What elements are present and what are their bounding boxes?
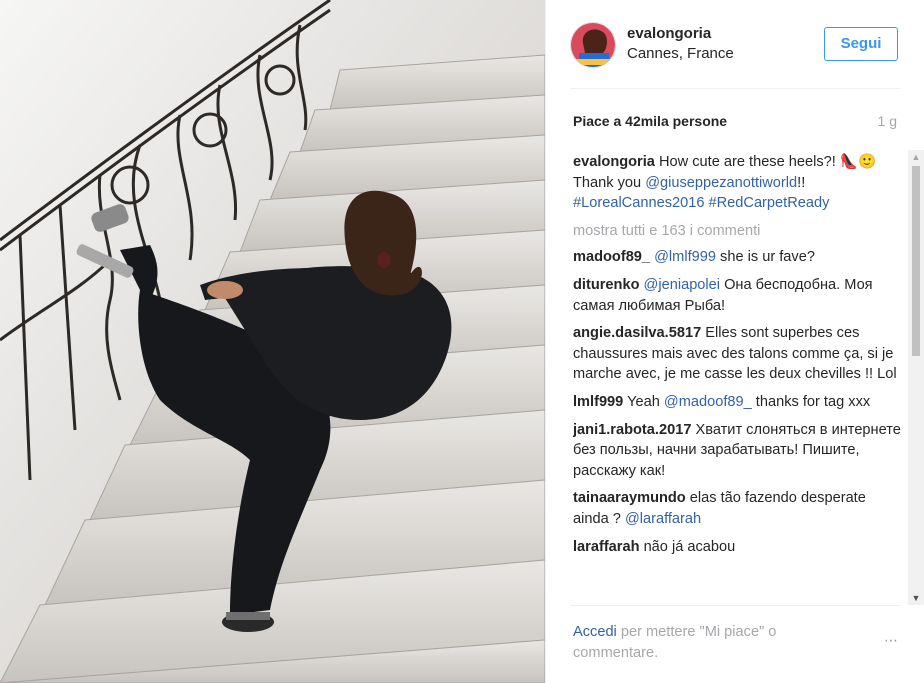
comment-user[interactable]: angie.dasilva.5817 — [573, 325, 701, 341]
comment-item: lmlf999 Yeah @madoof89_ thanks for tag x… — [573, 392, 903, 413]
post-side-panel: evalongoria Cannes, France Segui Piace a… — [545, 0, 924, 683]
comments-list[interactable]: evalongoria How cute are these heels?! 👠… — [573, 152, 903, 604]
caption-user[interactable]: evalongoria — [573, 154, 655, 170]
comment-item: madoof89_ @lmlf999 she is ur fave? — [573, 247, 903, 268]
comment-user[interactable]: laraffarah — [573, 539, 640, 555]
login-prompt: Accedi per mettere "Mi piace" o commenta… — [573, 622, 843, 664]
comment-item: tainaaraymundo elas tão fazendo desperat… — [573, 488, 903, 529]
comment-text: thanks for tag xxx — [751, 393, 871, 410]
caption: evalongoria How cute are these heels?! 👠… — [573, 152, 903, 214]
post-username[interactable]: evalongoria — [627, 25, 711, 42]
comment-item: diturenko @jeniapolei Она бесподобна. Мо… — [573, 275, 903, 316]
comment-user[interactable]: jani1.rabota.2017 — [573, 422, 691, 438]
footer-divider — [570, 605, 900, 606]
caption-hashtag-1[interactable]: #LorealCannes2016 — [573, 195, 704, 211]
photo-image — [0, 0, 545, 683]
header-divider — [570, 88, 900, 89]
comment-user[interactable]: tainaaraymundo — [573, 490, 686, 506]
comment-item: laraffarah não já acabou — [573, 537, 903, 558]
comment-user[interactable]: madoof89_ — [573, 249, 650, 265]
comment-mention[interactable]: @lmlf999 — [654, 249, 716, 265]
comment-user[interactable]: diturenko — [573, 277, 639, 293]
comment-mention[interactable]: @laraffarah — [625, 511, 701, 527]
avatar-image — [571, 23, 615, 67]
caption-hashtag-2[interactable]: #RedCarpetReady — [709, 195, 830, 211]
comments-scrollbar[interactable]: ▲ ▼ — [908, 150, 924, 605]
post-photo[interactable] — [0, 0, 545, 683]
scroll-thumb[interactable] — [912, 166, 920, 356]
caption-mention[interactable]: @giuseppezanottiworld — [645, 175, 797, 191]
post-viewer: evalongoria Cannes, France Segui Piace a… — [0, 0, 924, 683]
post-time[interactable]: 1 g — [878, 113, 897, 129]
comment-text: she is ur fave? — [715, 249, 815, 266]
post-location[interactable]: Cannes, France — [627, 45, 734, 62]
caption-text-2: !! — [797, 174, 806, 191]
scroll-up-arrow-icon[interactable]: ▲ — [908, 150, 924, 164]
likes-count: Piace a 42mila persone — [573, 113, 728, 129]
post-header: evalongoria Cannes, France Segui — [546, 0, 924, 88]
scroll-down-arrow-icon[interactable]: ▼ — [908, 591, 924, 605]
comment-text-pre: Yeah — [623, 393, 664, 410]
follow-button[interactable]: Segui — [824, 27, 898, 61]
comment-user[interactable]: lmlf999 — [573, 394, 623, 410]
avatar[interactable] — [570, 22, 616, 68]
comment-item: angie.dasilva.5817 Elles sont superbes c… — [573, 323, 903, 385]
more-options-icon[interactable]: ⋯ — [884, 632, 899, 649]
comment-item: jani1.rabota.2017 Хватит слоняться в инт… — [573, 420, 903, 482]
comment-mention[interactable]: @jeniapolei — [644, 277, 720, 293]
comment-mention[interactable]: @madoof89_ — [664, 394, 752, 410]
show-all-comments-link[interactable]: mostra tutti e 163 i commenti — [573, 221, 903, 242]
comment-text: não já acabou — [639, 538, 736, 555]
login-link[interactable]: Accedi — [573, 624, 617, 640]
